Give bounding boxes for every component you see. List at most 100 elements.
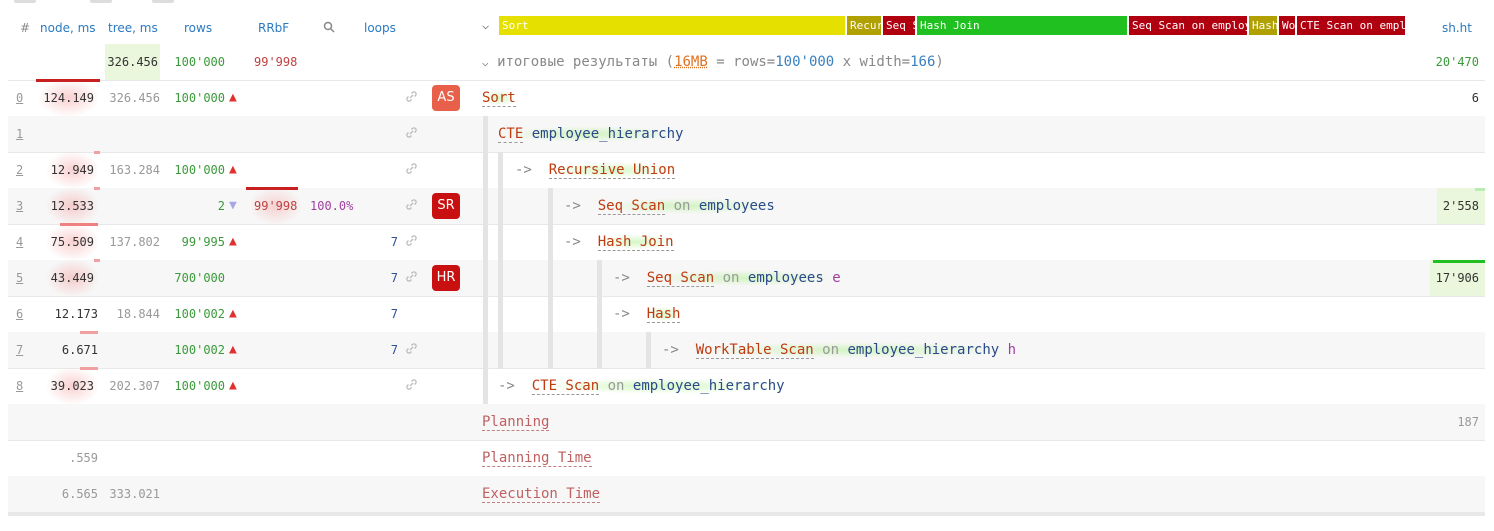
node-ms: 12.533: [46, 188, 98, 224]
timeline-segment[interactable]: Hash Join: [917, 16, 1127, 35]
rrbf-col-header[interactable]: RRbF: [258, 21, 289, 35]
plan-node[interactable]: -> WorkTable Scan on employee_hierarchy …: [662, 332, 1017, 368]
plan-op[interactable]: Hash Join: [597, 234, 674, 251]
rows-count: 100'000: [174, 91, 225, 105]
timeline-segment[interactable]: Sort: [499, 16, 845, 35]
tree-guide: [548, 260, 553, 297]
timeline-segment[interactable]: CTE Scan on employee_hierarchy: [1297, 16, 1405, 35]
chevron-down-icon[interactable]: ⌵: [482, 56, 489, 69]
row-index[interactable]: 7: [16, 332, 23, 368]
timeline-segment[interactable]: Hash: [1249, 16, 1277, 35]
link-icon[interactable]: [406, 80, 417, 116]
plan-op[interactable]: CTE: [498, 126, 524, 143]
tree-guide: [597, 260, 602, 297]
row-index[interactable]: 6: [16, 296, 23, 332]
link-icon[interactable]: [406, 152, 417, 188]
summary-row: 326.456 100'000 99'998 ⌵ итоговые резуль…: [8, 44, 1485, 82]
shht-col-header[interactable]: sh.ht: [1442, 21, 1472, 35]
plan-node[interactable]: -> Seq Scan on employees e: [613, 260, 841, 296]
rows-count: 100'000: [174, 379, 225, 393]
loops-count: 7: [390, 271, 398, 285]
tree-ms-col-header[interactable]: tree, ms: [108, 21, 158, 35]
plan-row[interactable]: 4 75.509 137.802 99'995 ▲ 7 -> Hash Join: [8, 223, 1485, 261]
arrow-up-icon: ▲: [229, 378, 237, 393]
plan-node[interactable]: Sort: [482, 80, 516, 116]
row-index[interactable]: 3: [16, 188, 23, 224]
plan-node-text: Seq Scan on employees: [597, 198, 775, 215]
loops-count: 7: [390, 343, 398, 357]
plan-row[interactable]: 7 6.671 100'002 ▲ 7 -> WorkTable Scan on empl…: [8, 331, 1485, 369]
shht-value: 17'906: [1429, 260, 1485, 296]
execution-time-node-ms: 6.565: [61, 487, 98, 501]
plan-op[interactable]: Recursive Union: [548, 162, 676, 179]
timeline-segment[interactable]: WorkTable Scan: [1279, 16, 1295, 35]
tree-guide: [498, 152, 503, 189]
rows-count: 100'000: [174, 163, 225, 177]
plan-object[interactable]: employees: [699, 198, 775, 214]
plan-op[interactable]: WorkTable Scan: [695, 342, 814, 359]
plan-object[interactable]: employee_hierarchy: [633, 378, 785, 394]
plan-row[interactable]: 1 CTE employee_hierarchy: [8, 116, 1485, 153]
plan-row[interactable]: 3 12.533 2 ▼ 99'998 100.0% SR -> Seq Scan on em…: [8, 187, 1485, 225]
plan-object[interactable]: employee_hierarchy: [532, 126, 684, 142]
arrow-icon: ->: [564, 234, 581, 250]
plan-row[interactable]: 6 12.173 18.844 100'002 ▲ 7 -> Hash: [8, 296, 1485, 333]
tree-guide: [548, 332, 553, 369]
tree-guide: [646, 332, 651, 369]
arrow-icon: ->: [498, 378, 515, 394]
node-ms-col-header[interactable]: node, ms: [40, 21, 96, 35]
summary-text: ⌵ итоговые результаты (16MB = rows=100'0…: [482, 54, 944, 70]
search-icon[interactable]: [323, 21, 335, 36]
link-icon[interactable]: [406, 260, 417, 296]
plan-node[interactable]: -> Hash: [613, 296, 681, 332]
plan-object[interactable]: employee_hierarchy: [847, 342, 999, 358]
table-header: # node, ms tree, ms rows RRbF loops: [0, 0, 480, 44]
rows-col-header[interactable]: rows: [184, 21, 212, 35]
plan-op[interactable]: Seq Scan: [646, 270, 715, 287]
plan-row[interactable]: 0 124.149 326.456 100'000 ▲ AS Sort 6: [8, 79, 1485, 117]
index-col-header: #: [20, 21, 31, 35]
plan-op[interactable]: Seq Scan: [597, 198, 666, 215]
node-badge[interactable]: AS: [432, 85, 460, 111]
node-badge[interactable]: HR: [432, 265, 460, 291]
link-icon[interactable]: [406, 224, 417, 260]
link-icon[interactable]: [406, 368, 417, 404]
plan-row[interactable]: 8 39.023 202.307 100'000 ▲ -> CTE Scan on emp…: [8, 367, 1485, 405]
tree-ms: 202.307: [109, 379, 160, 393]
plan-row[interactable]: 5 43.449 700'000 7 HR -> Seq Scan on employee…: [8, 259, 1485, 297]
plan-node[interactable]: -> CTE Scan on employee_hierarchy: [498, 368, 785, 404]
plan-node-text: CTE Scan on employee_hierarchy: [531, 378, 785, 395]
link-icon[interactable]: [406, 116, 417, 152]
plan-node[interactable]: CTE employee_hierarchy: [498, 116, 684, 152]
plan-node[interactable]: -> Recursive Union: [515, 152, 676, 188]
planning-shht: 187: [1457, 415, 1479, 429]
timeline-segment[interactable]: Recur: [847, 16, 881, 35]
summary-tree-ms: 326.456: [105, 44, 160, 80]
plan-node[interactable]: -> Hash Join: [564, 224, 674, 260]
plan-object[interactable]: employees: [748, 270, 824, 286]
tree-guide: [483, 260, 488, 297]
timeline-segment[interactable]: Seq Scan: [883, 16, 915, 35]
row-index[interactable]: 8: [16, 368, 23, 404]
node-ms: 6.671: [61, 343, 98, 357]
row-index[interactable]: 5: [16, 260, 23, 296]
row-index[interactable]: 0: [16, 80, 23, 116]
summary-rrbf: 99'998: [254, 55, 298, 69]
row-index[interactable]: 1: [16, 116, 23, 152]
plan-op[interactable]: CTE Scan: [531, 378, 600, 395]
loops-col-header[interactable]: loops: [364, 21, 396, 35]
node-badge[interactable]: SR: [432, 193, 460, 219]
plan-node[interactable]: -> Seq Scan on employees: [564, 188, 775, 224]
collapse-chevron-icon[interactable]: ⌵: [482, 18, 489, 32]
link-icon[interactable]: [406, 332, 417, 368]
rows-count: 99'995: [181, 235, 225, 249]
tree-guide: [483, 224, 488, 261]
plan-op[interactable]: Sort: [482, 90, 516, 107]
row-index[interactable]: 2: [16, 152, 23, 188]
plan-op[interactable]: Hash: [646, 306, 681, 323]
arrow-up-icon: ▲: [229, 234, 237, 249]
plan-row[interactable]: 2 12.949 163.284 100'000 ▲ -> Recursive Union: [8, 151, 1485, 189]
timeline-segment[interactable]: Seq Scan on employees e: [1129, 16, 1247, 35]
row-index[interactable]: 4: [16, 224, 23, 260]
link-icon[interactable]: [406, 188, 417, 224]
